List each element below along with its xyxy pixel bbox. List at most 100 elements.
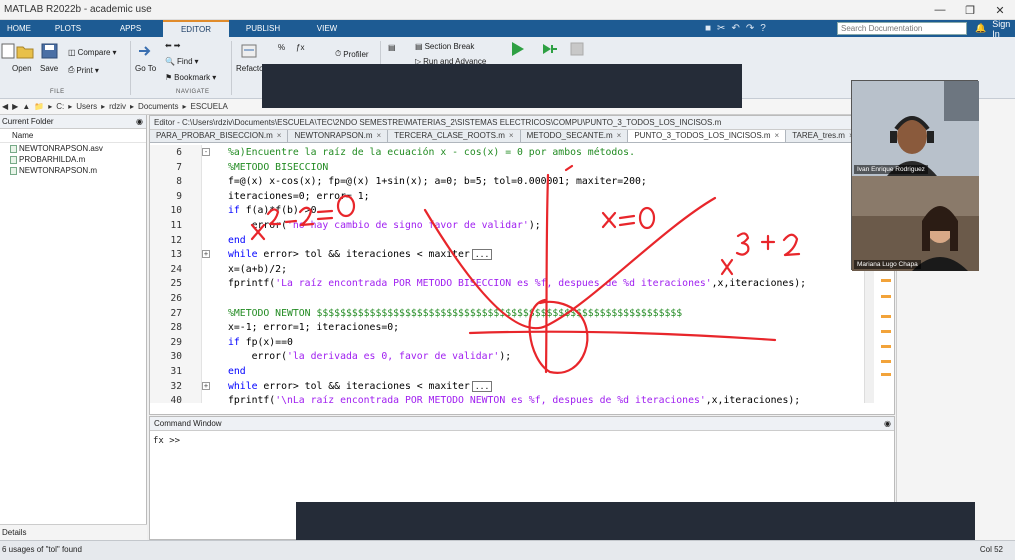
code-line[interactable]: x=(a+b)/2;: [228, 262, 287, 277]
warning-marker[interactable]: [881, 360, 891, 363]
code-line[interactable]: fprintf('La raíz encontrada POR METODO B…: [228, 276, 806, 291]
code-line[interactable]: if fp(x)==0: [228, 335, 293, 350]
find-button[interactable]: 🔍 Find ▾: [165, 57, 199, 66]
close-tab-icon[interactable]: ×: [377, 131, 382, 140]
code-line[interactable]: x=-1; error=1; iteraciones=0;: [228, 320, 399, 335]
minimize-icon[interactable]: —: [925, 0, 955, 20]
code-line[interactable]: while error> tol && iteraciones < maxite…: [228, 247, 493, 262]
folded-code-ellipsis[interactable]: ...: [471, 380, 493, 392]
line-number: 28: [170, 322, 182, 334]
warning-marker[interactable]: [881, 315, 891, 318]
back-icon[interactable]: ◀: [2, 102, 8, 111]
editor-tab[interactable]: PARA_PROBAR_BISECCION.m ×: [150, 130, 289, 142]
code-line[interactable]: %a)Encuentre la raíz de la ecuación x - …: [228, 145, 635, 160]
profiler-button[interactable]: ⏱ Profiler: [335, 49, 369, 59]
warning-marker[interactable]: [881, 345, 891, 348]
forward-arrow-icon[interactable]: ➡: [174, 41, 181, 50]
path-segment[interactable]: rdziv: [109, 102, 126, 111]
search-documentation-input[interactable]: Search Documentation: [837, 22, 967, 35]
code-token: %a)Encuentre la raíz de la ecuación x - …: [228, 147, 635, 158]
bell-icon[interactable]: 🔔: [975, 23, 986, 34]
path-segment[interactable]: ESCUELA: [191, 102, 228, 111]
redo-icon[interactable]: ↷: [746, 23, 754, 34]
close-icon[interactable]: ✕: [985, 0, 1015, 20]
warning-marker[interactable]: [881, 279, 891, 282]
command-prompt[interactable]: fx >>: [150, 431, 894, 451]
forward-icon[interactable]: ▶: [12, 102, 18, 111]
cut-icon[interactable]: ✂: [717, 23, 725, 34]
list-item[interactable]: PROBARHILDA.m: [0, 154, 146, 165]
tab-home[interactable]: HOME: [0, 20, 38, 37]
folded-code-ellipsis[interactable]: ...: [471, 249, 493, 261]
path-segment[interactable]: C:: [56, 102, 64, 111]
warning-marker[interactable]: [881, 373, 891, 376]
code-line[interactable]: f=@(x) x-cos(x); fp=@(x) 1+sin(x); a=0; …: [228, 174, 647, 189]
close-tab-icon[interactable]: ×: [775, 131, 780, 140]
run-icon[interactable]: [509, 41, 527, 57]
code-line[interactable]: %METODO BISECCION: [228, 160, 328, 175]
panel-menu-icon[interactable]: ◉: [136, 115, 143, 129]
help-icon[interactable]: ?: [760, 23, 766, 34]
code-line[interactable]: if f(a)*f(b) >0: [228, 203, 316, 218]
save-button[interactable]: Save: [40, 64, 58, 73]
percent-icon-button[interactable]: %: [278, 43, 285, 52]
list-item[interactable]: NEWTONRAPSON.asv: [0, 143, 146, 154]
bookmark-button[interactable]: ⚑ Bookmark ▾: [165, 73, 216, 82]
tab-plots[interactable]: PLOTS: [38, 20, 98, 37]
undo-icon[interactable]: ↶: [731, 23, 739, 34]
run-section-icon[interactable]: [541, 41, 559, 57]
go-to-button[interactable]: Go To: [135, 64, 156, 73]
expand-fold-icon[interactable]: +: [202, 381, 210, 390]
warning-marker[interactable]: [881, 330, 891, 333]
code-line[interactable]: end: [228, 233, 246, 248]
column-name-header[interactable]: Name: [0, 129, 146, 143]
print-button[interactable]: ⎙ Print ▾: [68, 65, 99, 75]
code-line[interactable]: iteraciones=0; error= 1;: [228, 189, 370, 204]
tab-apps[interactable]: APPS: [98, 20, 163, 37]
section-break-icon-button[interactable]: ▤: [388, 43, 396, 52]
editor-tab[interactable]: NEWTONRAPSON.m ×: [288, 130, 389, 142]
tab-view[interactable]: VIEW: [297, 20, 357, 37]
open-folder-icon[interactable]: [16, 43, 34, 59]
up-folder-icon[interactable]: ▲: [22, 102, 30, 111]
warning-marker[interactable]: [881, 295, 891, 298]
close-tab-icon[interactable]: ×: [617, 131, 622, 140]
list-item[interactable]: NEWTONRAPSON.m: [0, 165, 146, 176]
details-panel-header[interactable]: Details: [0, 524, 147, 540]
panel-menu-icon[interactable]: ◉: [884, 417, 891, 431]
go-to-icon[interactable]: [137, 43, 155, 59]
refactor-icon[interactable]: [240, 43, 258, 59]
code-line[interactable]: error('la derivada es 0, favor de valida…: [228, 349, 512, 364]
expand-fold-icon[interactable]: +: [202, 250, 210, 259]
editor-tab-active[interactable]: PUNTO_3_TODOS_LOS_INCISOS.m ×: [628, 130, 787, 142]
browse-icon[interactable]: 📁: [34, 102, 44, 111]
back-arrow-icon[interactable]: ⬅: [165, 41, 172, 50]
close-tab-icon[interactable]: ×: [277, 131, 282, 140]
code-line[interactable]: end: [228, 364, 246, 379]
editor-tab[interactable]: TERCERA_CLASE_ROOTS.m ×: [388, 130, 521, 142]
back-forward-buttons[interactable]: ⬅ ➡: [165, 41, 180, 50]
tab-publish[interactable]: PUBLISH: [229, 20, 297, 37]
restore-icon[interactable]: ❐: [955, 0, 985, 20]
code-line[interactable]: error('no hay cambio de signo favor de v…: [228, 218, 541, 233]
open-button[interactable]: Open: [12, 64, 32, 73]
compare-button[interactable]: ◫ Compare ▾: [68, 48, 116, 57]
code-line[interactable]: fprintf('\nLa raíz encontrada POR METODO…: [228, 393, 800, 408]
path-segment[interactable]: Users: [76, 102, 97, 111]
tab-editor[interactable]: EDITOR: [163, 20, 229, 37]
code-line[interactable]: while error> tol && iteraciones < maxite…: [228, 379, 493, 394]
editor-tab[interactable]: TAREA_tres.m×: [786, 130, 861, 142]
code-line[interactable]: %METODO NEWTON $$$$$$$$$$$$$$$$$$$$$$$$$…: [228, 306, 682, 321]
collapse-fold-icon[interactable]: -: [202, 148, 210, 156]
sign-in-link[interactable]: Sign In: [992, 19, 1015, 39]
fx-icon-button[interactable]: ƒx: [296, 43, 304, 52]
editor-tab[interactable]: METODO_SECANTE.m ×: [520, 130, 629, 142]
save-icon[interactable]: [41, 43, 59, 59]
close-tab-icon[interactable]: ×: [509, 131, 514, 140]
section-break-button[interactable]: ▤ Section Break: [415, 42, 474, 51]
save-icon[interactable]: ■: [705, 23, 711, 34]
path-segment[interactable]: Documents: [138, 102, 178, 111]
stop-icon[interactable]: [569, 41, 587, 57]
code-area[interactable]: 6 - %a)Encuentre la raíz de la ecuación x …: [150, 145, 880, 406]
fx-icon[interactable]: fx: [153, 436, 164, 446]
